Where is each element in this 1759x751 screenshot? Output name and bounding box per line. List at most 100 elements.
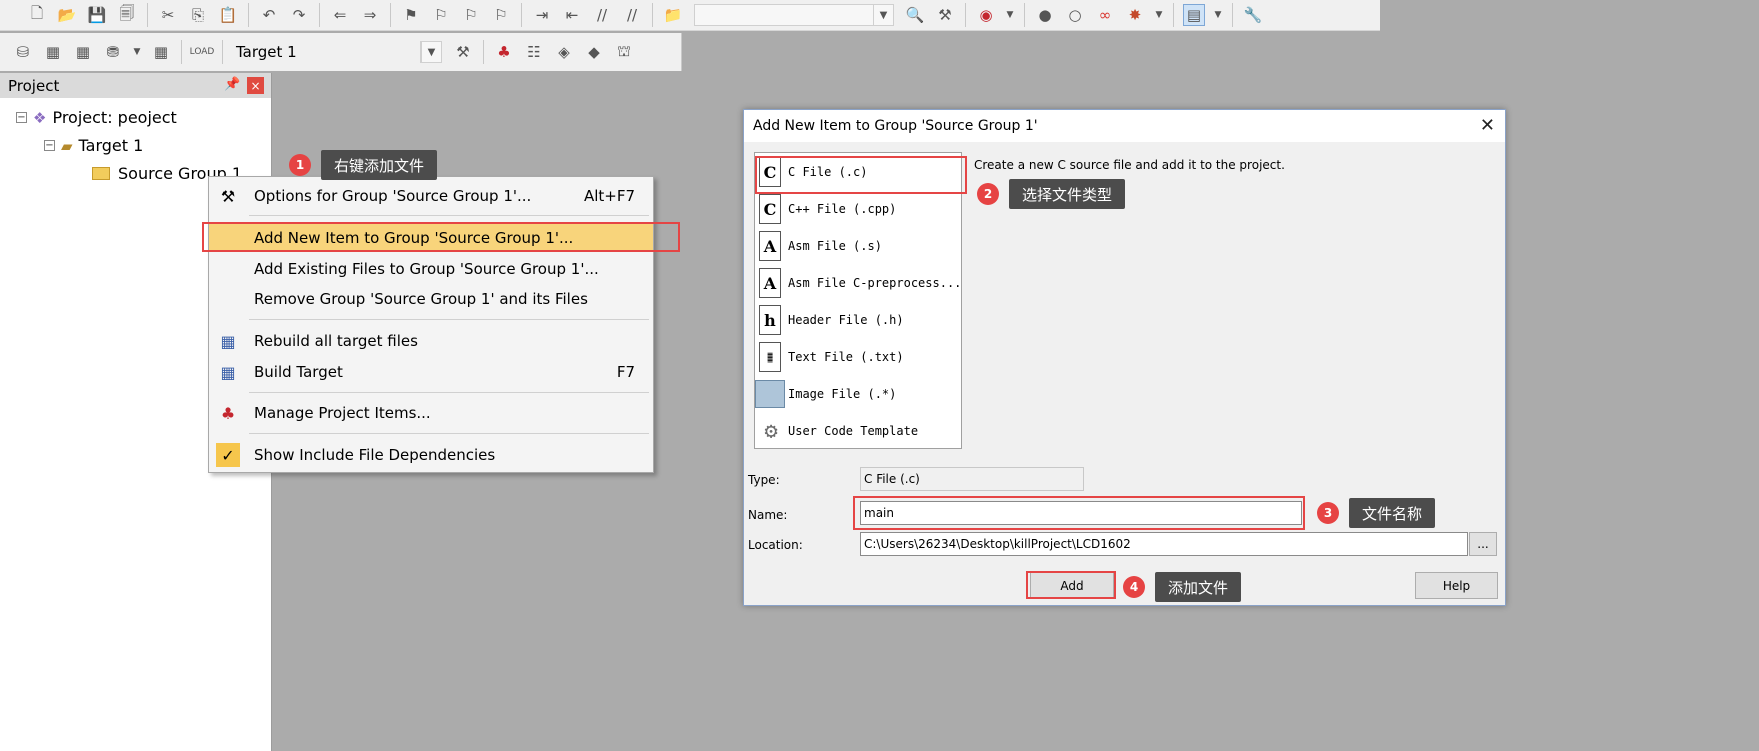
manage-items-icon[interactable]: ♣ (493, 41, 515, 63)
manage-rte-icon[interactable]: ◈ (553, 41, 575, 63)
menu-item-show-include-deps[interactable]: ✓ Show Include File Dependencies (209, 441, 653, 469)
checkmark-icon: ✓ (216, 443, 240, 467)
close-icon[interactable]: × (247, 77, 264, 94)
find-icon[interactable]: 🔍 (904, 4, 926, 26)
target-select-dropdown[interactable]: ▼ (420, 41, 442, 63)
callout-3: 3 文件名称 (1317, 498, 1436, 528)
build-icon[interactable]: ▦ (42, 41, 64, 63)
uncomment-icon[interactable]: // (621, 4, 643, 26)
menu-item-remove-group[interactable]: Remove Group 'Source Group 1' and its Fi… (209, 285, 653, 313)
batch-build-icon[interactable]: ⛃ (102, 41, 124, 63)
save-all-icon[interactable]: 🗐 (116, 4, 138, 26)
asm-file-icon: A (759, 231, 781, 261)
chevron-down-icon[interactable]: ▼ (1005, 4, 1015, 26)
pack-installer-icon[interactable]: ⛫ (613, 41, 635, 63)
text-file-icon: ≡ ≡ ≡ (759, 342, 781, 372)
file-type-label: Asm File C-preprocess... (788, 276, 962, 290)
file-type-user-template[interactable]: ⚙ User Code Template (759, 414, 918, 448)
menu-item-add-existing-files[interactable]: Add Existing Files to Group 'Source Grou… (209, 255, 653, 283)
bookmark-next-icon[interactable]: ⚐ (460, 4, 482, 26)
indent-icon[interactable]: ⇥ (531, 4, 553, 26)
cut-icon[interactable]: ✂ (157, 4, 179, 26)
paste-icon[interactable]: 📋 (217, 4, 239, 26)
menu-item-options-for-group[interactable]: ⚒ Options for Group 'Source Group 1'... … (209, 182, 653, 210)
menu-item-build-target[interactable]: ▦ Build Target F7 (209, 358, 653, 386)
download-icon[interactable]: LOAD (190, 41, 215, 63)
chevron-down-icon[interactable]: ▼ (1213, 4, 1223, 26)
file-type-text[interactable]: ≡ ≡ ≡ Text File (.txt) (759, 340, 904, 374)
incremental-find-icon[interactable]: ⚒ (934, 4, 956, 26)
bookmark-clear-icon[interactable]: ⚐ (490, 4, 512, 26)
file-type-description: Create a new C source file and add it to… (974, 158, 1285, 172)
build-icon: ▦ (220, 362, 236, 382)
target-select-value[interactable]: Target 1 (236, 43, 414, 61)
target-folder-icon: ▰ (61, 136, 73, 155)
file-type-image[interactable]: Image File (.*) (755, 377, 896, 411)
file-type-label: C++ File (.cpp) (788, 202, 897, 216)
file-type-label: Asm File (.s) (788, 239, 882, 253)
breakpoint-disable-icon[interactable]: ○ (1064, 4, 1086, 26)
open-file-icon[interactable]: 📂 (56, 4, 78, 26)
collapse-icon[interactable]: − (16, 112, 27, 123)
debug-session-icon[interactable]: ◉ (975, 4, 997, 26)
collapse-icon[interactable]: − (44, 140, 55, 151)
tree-item-project[interactable]: − ❖ Project: peoject (16, 108, 177, 127)
rebuild-icon[interactable]: ▦ (72, 41, 94, 63)
chevron-down-icon[interactable]: ▼ (1154, 4, 1164, 26)
browse-button[interactable]: ... (1469, 532, 1497, 556)
file-type-cpp[interactable]: C C++ File (.cpp) (759, 192, 896, 226)
file-type-asm-cpp[interactable]: A Asm File C-preprocess... (759, 266, 961, 300)
nav-forward-icon[interactable]: ⇒ (359, 4, 381, 26)
copy-icon[interactable]: ⎘ (187, 4, 209, 26)
toolbar-separator (1024, 3, 1025, 27)
configure-icon[interactable]: 🔧 (1242, 4, 1264, 26)
file-type-asm[interactable]: A Asm File (.s) (759, 229, 882, 263)
location-label: Location: (748, 538, 803, 552)
toolbar-separator (222, 40, 223, 64)
dialog-title: Add New Item to Group 'Source Group 1' (753, 118, 1038, 134)
close-icon[interactable]: ✕ (1480, 115, 1495, 136)
new-file-icon[interactable]: 🗋 (26, 4, 48, 26)
chevron-down-icon: ▼ (421, 42, 441, 62)
menu-item-rebuild-all[interactable]: ▦ Rebuild all target files (209, 327, 653, 355)
breakpoint-icon[interactable]: ● (1034, 4, 1056, 26)
bookmark-prev-icon[interactable]: ⚐ (430, 4, 452, 26)
event-recorder-icon[interactable]: ◆ (583, 41, 605, 63)
select-pack-icon[interactable]: ☷ (523, 41, 545, 63)
tree-item-target[interactable]: − ▰ Target 1 (44, 136, 143, 155)
toolbar-separator (483, 40, 484, 64)
help-button[interactable]: Help (1415, 572, 1498, 599)
nav-back-icon[interactable]: ⇐ (329, 4, 351, 26)
manage-items-icon: ♣ (220, 403, 236, 423)
window-layout-icon[interactable]: ▤ (1183, 4, 1205, 26)
save-icon[interactable]: 💾 (86, 4, 108, 26)
find-combo[interactable]: ▼ (694, 4, 894, 26)
breakpoint-kill-icon[interactable]: ∞ (1094, 4, 1116, 26)
menu-separator (249, 215, 649, 216)
pin-icon[interactable]: 📌 (224, 77, 240, 92)
toolbar-separator (652, 3, 653, 27)
file-type-label: Header File (.h) (788, 313, 904, 327)
callout-2: 2 选择文件类型 (977, 179, 1126, 209)
magic-wand-icon: ⚒ (220, 186, 236, 206)
menu-item-manage-project-items[interactable]: ♣ Manage Project Items... (209, 399, 653, 427)
location-input[interactable]: C:\Users\26234\Desktop\killProject\LCD16… (860, 532, 1468, 556)
breakpoint-kill-all-icon[interactable]: ✸ (1124, 4, 1146, 26)
tree-item-label: Project: peoject (52, 108, 177, 127)
find-in-files-icon[interactable]: 📁 (662, 4, 684, 26)
chevron-down-icon[interactable]: ▼ (132, 41, 142, 63)
target-options-icon[interactable]: ⚒ (452, 41, 474, 63)
menu-separator (249, 433, 649, 434)
callout-label: 文件名称 (1349, 498, 1436, 528)
bookmark-icon[interactable]: ⚑ (400, 4, 422, 26)
translate-icon[interactable]: ⛁ (12, 41, 34, 63)
unindent-icon[interactable]: ⇤ (561, 4, 583, 26)
callout-label: 右键添加文件 (321, 150, 438, 180)
undo-icon[interactable]: ↶ (258, 4, 280, 26)
comment-icon[interactable]: // (591, 4, 613, 26)
file-type-header[interactable]: h Header File (.h) (759, 303, 904, 337)
menu-item-shortcut: Alt+F7 (583, 187, 635, 205)
tree-item-label: Target 1 (78, 136, 144, 155)
stop-build-icon[interactable]: ▦ (150, 41, 172, 63)
redo-icon[interactable]: ↷ (288, 4, 310, 26)
